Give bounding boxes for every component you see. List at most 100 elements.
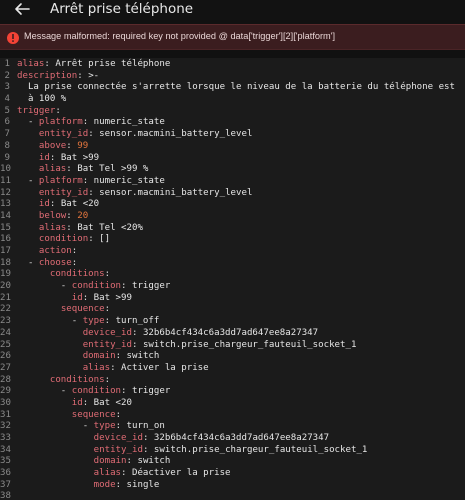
line-number: 2 <box>4 70 10 81</box>
yaml-separator: : <box>115 351 127 362</box>
code-line[interactable]: 21 id: Bat >99 <box>0 293 465 305</box>
yaml-separator: : <box>104 269 111 280</box>
line-number: 3 <box>4 82 10 93</box>
code-line[interactable]: 36 alias: Déactiver la prise <box>0 468 465 480</box>
code-line[interactable]: 29 - condition: trigger <box>0 386 465 398</box>
line-number: 15 <box>0 222 11 233</box>
code-line[interactable]: 15 alias: Bat Tel <20% <box>0 223 465 235</box>
code-line[interactable]: 14 below: 20 <box>0 211 465 223</box>
yaml-value: switch <box>137 456 171 467</box>
line-number: 32 <box>0 421 11 432</box>
code-line[interactable]: 6 - platform: numeric_state <box>0 117 465 129</box>
code-line[interactable]: 26 domain: switch <box>0 351 465 363</box>
code-line[interactable]: 27 alias: Activer la prise <box>0 363 465 375</box>
code-line[interactable]: 1 alias: Arrêt prise téléphone <box>0 59 465 71</box>
code-line[interactable]: 19 conditions: <box>0 269 465 281</box>
yaml-key: alias <box>93 468 122 479</box>
yaml-separator: : <box>66 140 78 151</box>
yaml-value: turn_off <box>115 316 160 327</box>
app-header: Arrêt prise téléphone <box>0 0 465 20</box>
yaml-key: device_id <box>93 433 143 443</box>
yaml-value: Bat >99 <box>60 152 100 163</box>
yaml-key: sequence <box>71 409 116 420</box>
code-line[interactable]: 17 action: <box>0 246 465 258</box>
code-line[interactable]: 16 condition: [] <box>0 234 465 246</box>
code-lines[interactable]: 1 alias: Arrêt prise téléphone 2 descriptio… <box>0 59 465 500</box>
code-line[interactable]: 3 La prise connectée s'arrette lorsque l… <box>0 82 465 94</box>
code-line[interactable]: 5 trigger: <box>0 106 465 118</box>
yaml-key: action <box>38 246 72 256</box>
line-number: 30 <box>0 397 11 408</box>
yaml-key: platform <box>38 175 83 186</box>
code-line[interactable]: 9 id: Bat >99 <box>0 153 465 165</box>
line-number: 19 <box>0 269 11 280</box>
yaml-key: conditions <box>49 374 105 385</box>
yaml-key: above <box>38 140 67 151</box>
code-line[interactable]: 33 device_id: 32b6b4cf434c6a3dd7ad647ee8… <box>0 433 465 445</box>
code-line[interactable]: 11 - platform: numeric_state <box>0 176 465 188</box>
code-line[interactable]: 30 id: Bat <20 <box>0 398 465 410</box>
yaml-separator: : <box>104 374 111 385</box>
yaml-value: 20 <box>77 210 89 221</box>
code-line[interactable]: 32 - type: turn_on <box>0 421 465 433</box>
yaml-key: alias <box>17 59 45 69</box>
yaml-key: domain <box>82 351 116 362</box>
line-number: 21 <box>0 292 11 303</box>
yaml-value: sensor.macmini_battery_level <box>99 129 253 140</box>
code-line[interactable]: 7 entity_id: sensor.macmini_battery_leve… <box>0 129 465 141</box>
code-line[interactable]: 20 - condition: trigger <box>0 281 465 293</box>
line-number: 20 <box>0 281 11 292</box>
yaml-separator: : <box>110 362 122 373</box>
yaml-value: numeric_state <box>93 117 165 128</box>
line-number: 6 <box>4 117 10 128</box>
yaml-separator: : <box>44 59 56 69</box>
code-line[interactable]: 8 above: 99 <box>0 141 465 153</box>
arrow-left-icon[interactable] <box>12 1 32 17</box>
code-line[interactable]: 25 entity_id: switch.prise_chargeur_faut… <box>0 340 465 352</box>
code-line[interactable]: 4 à 100 % <box>0 94 465 106</box>
code-line[interactable]: 18 - choose: <box>0 258 465 270</box>
code-line[interactable]: 23 - type: turn_off <box>0 316 465 328</box>
code-line[interactable]: 34 entity_id: switch.prise_chargeur_faut… <box>0 445 465 457</box>
code-line[interactable]: 38 <box>0 491 465 500</box>
code-line[interactable]: 10 alias: Bat Tel >99 % <box>0 164 465 176</box>
yaml-key: device_id <box>82 327 132 338</box>
yaml-key: id <box>71 292 83 303</box>
code-line[interactable]: 28 conditions: <box>0 375 465 387</box>
code-line[interactable]: 22 sequence: <box>0 304 465 316</box>
code-indent: - <box>17 257 39 268</box>
yaml-separator: : <box>82 292 94 303</box>
line-number: 22 <box>0 304 11 315</box>
yaml-key: id <box>71 397 83 408</box>
yaml-key: alias <box>38 164 67 175</box>
yaml-key: mode <box>93 479 116 490</box>
yaml-key: entity_id <box>38 129 89 140</box>
code-line[interactable]: 35 domain: switch <box>0 456 465 468</box>
yaml-separator: : <box>55 105 61 116</box>
yaml-value: turn_on <box>126 421 165 432</box>
yaml-code-editor[interactable]: 1 alias: Arrêt prise téléphone 2 descriptio… <box>0 58 465 500</box>
yaml-separator: : <box>142 433 154 443</box>
code-line[interactable]: 2 description: >- <box>0 71 465 83</box>
yaml-value: >- <box>88 70 100 81</box>
yaml-separator: : <box>88 187 100 198</box>
code-line[interactable]: 24 device_id: 32b6b4cf434c6a3dd7ad647ee8… <box>0 328 465 340</box>
yaml-value: 99 <box>77 140 89 151</box>
page-title: Arrêt prise téléphone <box>50 1 194 17</box>
code-line[interactable]: 31 sequence: <box>0 410 465 422</box>
code-line[interactable]: 13 id: Bat <20 <box>0 199 465 211</box>
yaml-separator: : <box>126 456 138 467</box>
line-number: 5 <box>4 105 10 116</box>
code-line[interactable]: 37 mode: single <box>0 480 465 492</box>
yaml-separator: : <box>131 339 143 350</box>
code-line[interactable]: 12 entity_id: sensor.macmini_battery_lev… <box>0 188 465 200</box>
